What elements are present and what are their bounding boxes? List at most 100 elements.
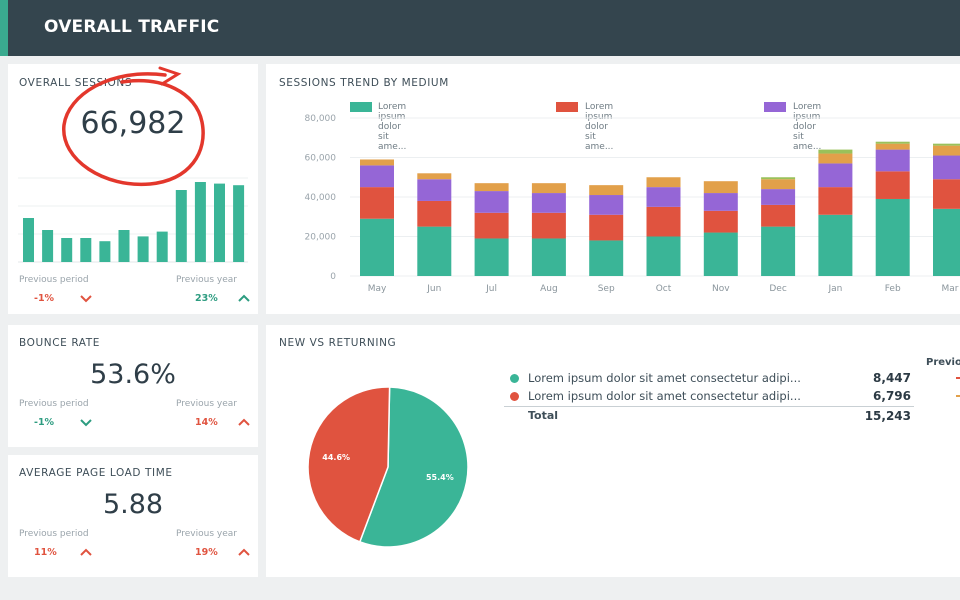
- load-prev-year-value: 19%: [195, 547, 218, 558]
- stacked-bar-segment: [531, 212, 566, 239]
- sessions-trend-chart: 80,000 60,000 40,000 20,000 0 May Jun Jul Aug Sep…: [305, 114, 960, 294]
- chevron-up-icon: [238, 548, 250, 556]
- stacked-bar-segment: [360, 159, 394, 166]
- stacked-bar-segment: [875, 171, 910, 199]
- x-tick-label: Sep: [598, 284, 615, 294]
- sparkline-bar: [61, 238, 73, 262]
- legend-swatch: [350, 102, 372, 112]
- x-tick-label: May: [368, 284, 387, 294]
- stacked-bar-segment: [933, 143, 960, 146]
- stacked-bar-segment: [761, 226, 796, 276]
- stacked-bar-segment: [875, 198, 910, 276]
- sessions-prev-year-label: Previous year: [176, 275, 237, 285]
- load-prev-period-label: Previous period: [19, 529, 89, 539]
- stacked-bar-segment: [589, 185, 624, 196]
- x-tick-label: Dec: [769, 284, 786, 294]
- stacked-bar-segment: [646, 236, 681, 276]
- x-tick-label: Feb: [885, 284, 901, 294]
- stacked-bar-segment: [875, 143, 910, 150]
- sparkline-bar: [118, 230, 130, 262]
- previous-dash: [956, 395, 960, 397]
- stacked-bar-segment: [417, 226, 452, 276]
- stacked-bar-segment: [417, 200, 452, 227]
- stacked-bar-segment: [703, 181, 738, 194]
- stacked-bar-segment: [360, 165, 394, 188]
- bounce-rate-card: BOUNCE RATE 53.6% Previous period Previo…: [8, 325, 258, 447]
- bounce-rate-title: BOUNCE RATE: [19, 337, 101, 349]
- sparkline-bar: [23, 218, 34, 262]
- hand-drawn-circle-annotation: [62, 66, 205, 187]
- stacked-bar-segment: [875, 141, 910, 144]
- sessions-prev-period-value: -1%: [34, 293, 55, 304]
- sparkline-bar: [80, 238, 92, 262]
- stacked-bar-segment: [646, 177, 681, 188]
- load-prev-year-label: Previous year: [176, 529, 237, 539]
- stacked-bar-segment: [703, 193, 738, 211]
- y-tick-label: 60,000: [305, 154, 337, 164]
- stacked-bar-segment: [646, 206, 681, 237]
- returning-visitors-value: 6,796: [873, 389, 911, 403]
- previous-dash: [956, 377, 960, 379]
- y-tick-label: 0: [330, 272, 336, 282]
- stacked-bar-segment: [589, 214, 624, 241]
- x-tick-label: Oct: [656, 284, 672, 294]
- page-load-title: AVERAGE PAGE LOAD TIME: [19, 467, 173, 479]
- x-tick-label: Jan: [827, 284, 842, 294]
- chevron-up-icon: [80, 548, 92, 556]
- stacked-bar-segment: [474, 238, 509, 276]
- chevron-down-icon: [80, 295, 92, 303]
- page-load-value: 5.88: [102, 489, 164, 520]
- stacked-bar-segment: [761, 204, 796, 227]
- stacked-bar-segment: [589, 240, 624, 276]
- bounce-prev-period-label: Previous period: [19, 399, 89, 409]
- sparkline-bar: [42, 230, 54, 262]
- stacked-bar-segment: [417, 179, 452, 201]
- stacked-bar-segment: [818, 214, 853, 276]
- new-vs-returning-card: NEW VS RETURNING 55.4% 44.6% Lorem ipsum …: [266, 325, 960, 577]
- sparkline-bar: [137, 236, 149, 262]
- stacked-bar-segment: [933, 145, 960, 156]
- sparkline-bar: [99, 241, 111, 262]
- page-load-card: AVERAGE PAGE LOAD TIME 5.88 Previous per…: [8, 455, 258, 577]
- stacked-bar-segment: [531, 238, 566, 276]
- stacked-bar-segment: [703, 210, 738, 233]
- page-title: OVERALL TRAFFIC: [44, 17, 220, 37]
- new-vs-returning-title: NEW VS RETURNING: [279, 337, 397, 349]
- new-visitors-dot: [510, 374, 519, 383]
- stacked-bar-segment: [818, 153, 853, 164]
- stacked-bar-segment: [818, 187, 853, 215]
- x-tick-label: Nov: [712, 284, 730, 294]
- stacked-bar-segment: [761, 177, 796, 180]
- stacked-bar-segment: [933, 155, 960, 180]
- total-label: Total: [528, 409, 559, 422]
- bounce-prev-period-value: -1%: [34, 417, 55, 428]
- stacked-bar-segment: [761, 189, 796, 205]
- sessions-trend-title: SESSIONS TREND BY MEDIUM: [279, 77, 449, 89]
- y-tick-label: 80,000: [305, 114, 337, 124]
- stacked-bar-segment: [703, 232, 738, 276]
- chevron-down-icon: [80, 419, 92, 427]
- stacked-bar-segment: [417, 173, 452, 180]
- stacked-bar-segment: [474, 191, 509, 213]
- bounce-prev-year-value: 14%: [195, 417, 218, 428]
- total-divider: [504, 406, 914, 407]
- stacked-bar-segment: [761, 179, 796, 190]
- stacked-bar-segment: [875, 149, 910, 172]
- returning-visitors-label: Lorem ipsum dolor sit amet consectetur a…: [528, 389, 801, 403]
- new-vs-returning-pie: 55.4% 44.6%: [307, 386, 469, 548]
- stacked-bar-segment: [531, 193, 566, 213]
- sessions-prev-period-label: Previous period: [19, 275, 89, 285]
- previous-column-header: Previo: [926, 357, 960, 368]
- stacked-bar-segment: [360, 218, 394, 276]
- total-value: 15,243: [864, 409, 911, 423]
- stacked-bar-segment: [818, 163, 853, 188]
- sessions-prev-year-value: 23%: [195, 293, 218, 304]
- sparkline-bar: [175, 190, 187, 262]
- chevron-up-icon: [238, 294, 250, 302]
- top-header: OVERALL TRAFFIC: [0, 0, 960, 56]
- pie-slice-label: 55.4%: [426, 473, 454, 482]
- stacked-bar-segment: [646, 187, 681, 207]
- chevron-up-icon: [238, 418, 250, 426]
- y-tick-label: 40,000: [305, 193, 337, 203]
- stacked-bar-segment: [531, 183, 566, 194]
